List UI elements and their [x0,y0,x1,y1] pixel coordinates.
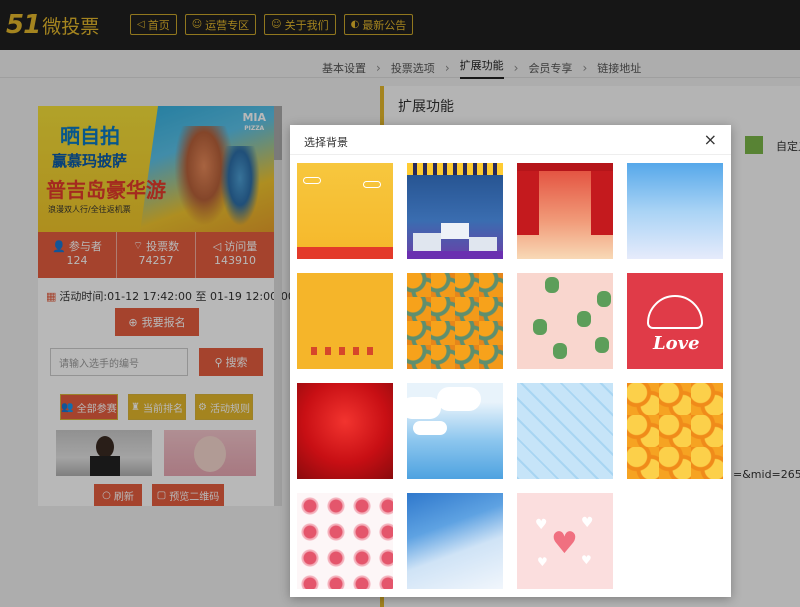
bg-tile-yellow-lanterns[interactable] [297,273,393,369]
podium-2 [413,233,441,251]
curtain-right [591,163,613,235]
podium-3 [469,237,497,251]
tiananmen-shape [297,247,393,259]
background-picker-modal: 选择背景 × Love ♥ ♥ ♥ ♥ ♥ [290,125,731,597]
curtain-left [517,163,539,235]
cactus-shape [553,343,567,359]
love-script: Love [653,333,700,354]
heart-icon: ♥ [537,555,548,569]
bg-tile-oranges-pattern[interactable] [407,273,503,369]
bg-tile-love-heart-hands[interactable]: Love [627,273,723,369]
cloud-shape [413,421,447,435]
bg-tile-blue-clouds[interactable] [407,383,503,479]
lantern-row [311,347,381,355]
podium-1 [441,223,469,239]
heart-icon: ♥ [581,515,594,531]
cloud-shape [407,397,441,419]
cactus-shape [545,277,559,293]
cactus-shape [533,319,547,335]
stadium-lights [407,163,503,175]
close-icon[interactable]: × [704,130,717,149]
bg-tile-blue-sky-gradient[interactable] [627,163,723,259]
heart-icon: ♥ [581,553,592,567]
bg-tile-orange-slices[interactable] [627,383,723,479]
modal-header: 选择背景 × [290,125,731,155]
modal-title: 选择背景 [304,136,348,149]
bg-tile-cactus-pink[interactable] [517,273,613,369]
bg-tile-pink-hearts[interactable]: ♥ ♥ ♥ ♥ ♥ [517,493,613,589]
heart-hands-shape [647,295,703,329]
bg-tile-red-curtain-stage[interactable] [517,163,613,259]
bg-tile-blue-geometric[interactable] [517,383,613,479]
bg-tile-stadium-podium[interactable] [407,163,503,259]
stage-floor [407,251,503,259]
cloud-shape [437,387,481,411]
bg-tile-blue-polygon[interactable] [407,493,503,589]
bg-tile-yellow-clouds[interactable] [297,163,393,259]
heart-icon: ♥ [551,526,578,561]
curtain-top [517,163,613,171]
cloud-shape [303,177,321,184]
bg-tile-pink-roses[interactable] [297,493,393,589]
cactus-shape [595,337,609,353]
cloud-shape [363,181,381,188]
heart-icon: ♥ [535,517,548,533]
cactus-shape [597,291,611,307]
bg-tile-red-bokeh[interactable] [297,383,393,479]
cactus-shape [577,311,591,327]
